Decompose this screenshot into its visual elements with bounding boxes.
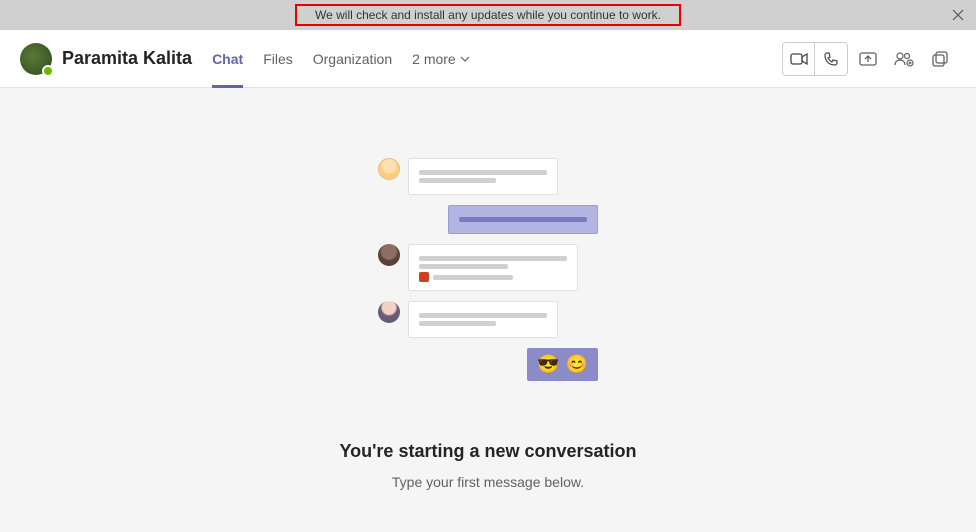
share-screen-button[interactable] [852,43,884,75]
update-banner: We will check and install any updates wh… [295,4,681,26]
popout-button[interactable] [924,43,956,75]
tab-bar: Chat Files Organization 2 more [212,30,470,87]
illustration-bubble [408,244,578,291]
call-button-group [782,42,848,76]
illustration-avatar-icon [378,301,400,323]
chat-main-area: 😎 😊 You're starting a new conversation T… [0,88,976,532]
header-actions [782,42,956,76]
illustration-emoji-bubble: 😎 😊 [527,348,598,381]
video-call-button[interactable] [783,43,815,75]
share-icon [859,51,877,67]
close-button[interactable] [952,9,964,21]
title-bar: We will check and install any updates wh… [0,0,976,30]
empty-state-illustration: 😎 😊 [378,158,598,391]
tab-organization[interactable]: Organization [313,30,392,87]
tab-more-label: 2 more [412,51,456,67]
chat-header: Paramita Kalita Chat Files Organization … [0,30,976,88]
illustration-avatar-icon [378,158,400,180]
tab-more[interactable]: 2 more [412,30,470,87]
people-add-icon [894,51,914,67]
tab-files[interactable]: Files [263,30,293,87]
illustration-avatar-icon [378,244,400,266]
empty-state-subtext: Type your first message below. [392,474,584,490]
phone-icon [823,51,839,67]
illustration-bubble [408,158,558,195]
presence-available-icon [42,65,54,77]
popout-icon [932,51,948,67]
audio-call-button[interactable] [815,43,847,75]
contact-name: Paramita Kalita [62,48,192,69]
empty-state-heading: You're starting a new conversation [339,441,636,462]
illustration-bubble [448,205,598,234]
smile-emoji-icon: 😊 [566,354,588,375]
cool-emoji-icon: 😎 [537,354,559,375]
add-people-button[interactable] [888,43,920,75]
chevron-down-icon [460,56,470,62]
contact-avatar[interactable] [20,43,52,75]
tab-chat[interactable]: Chat [212,30,243,87]
video-icon [790,52,808,66]
illustration-bubble [408,301,558,338]
